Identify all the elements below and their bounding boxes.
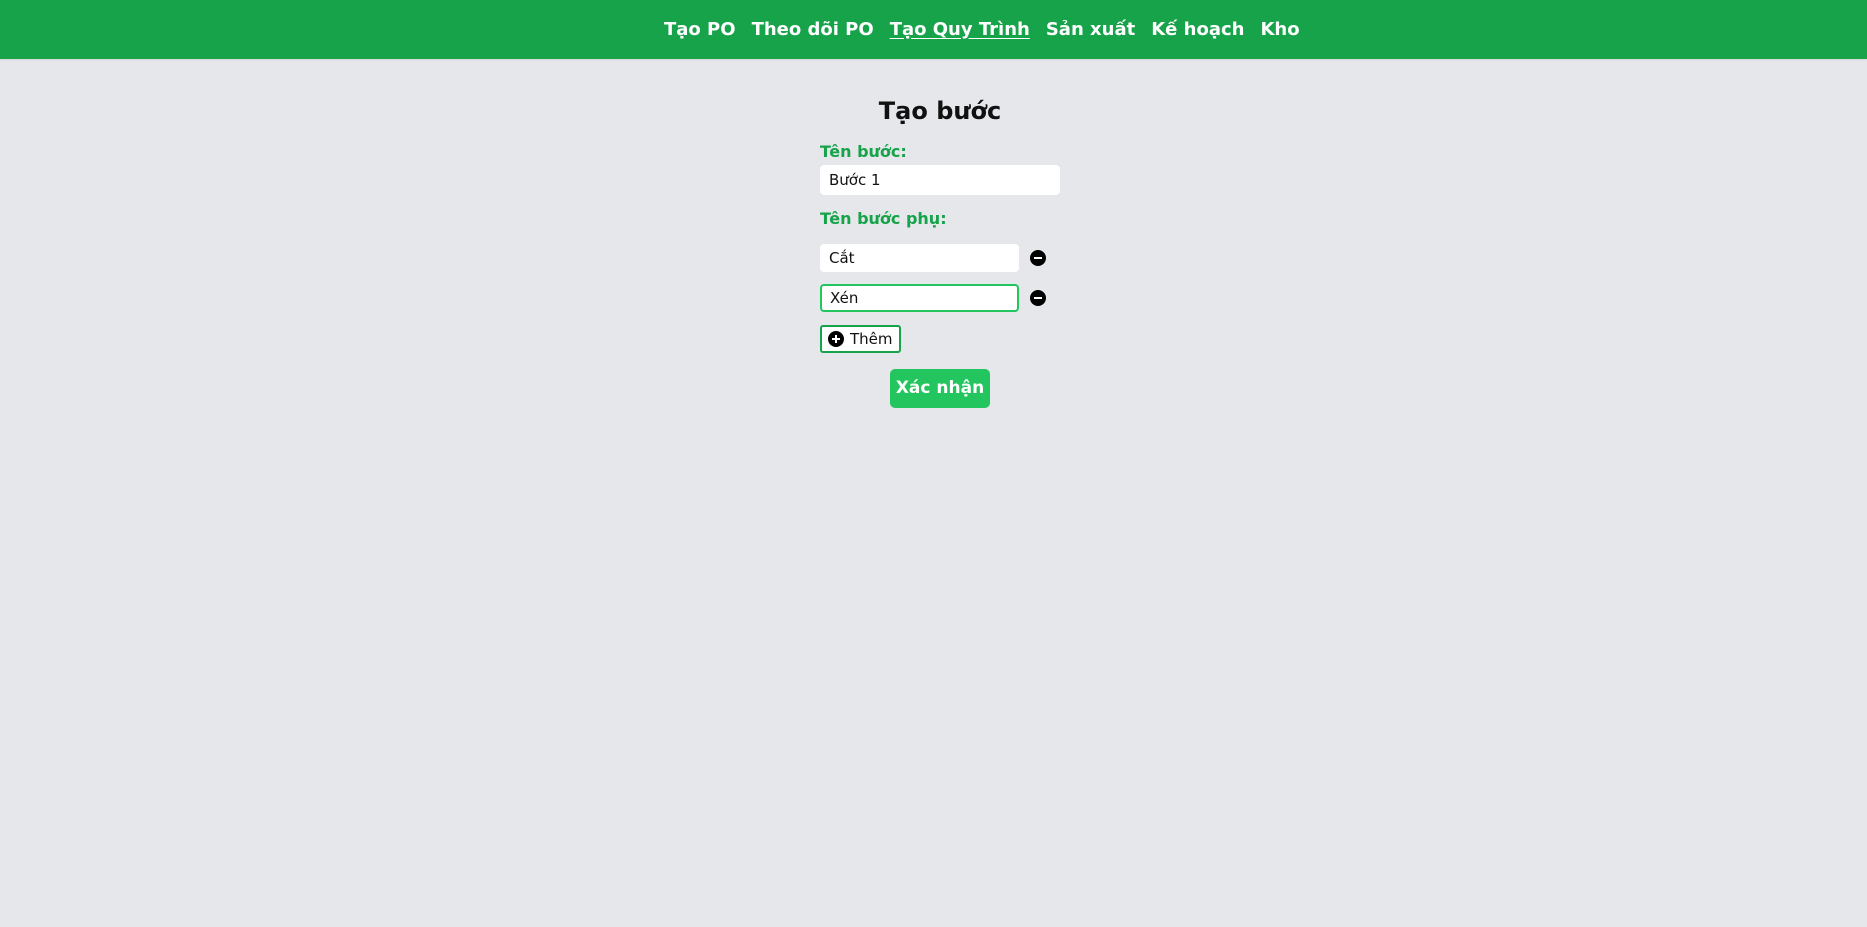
remove-substep-1-icon[interactable]	[1030, 250, 1046, 266]
main-nav: Tạo PO Theo dõi PO Tạo Quy Trình Sản xuấ…	[664, 0, 1300, 59]
nav-tao-po[interactable]: Tạo PO	[664, 20, 736, 39]
page-title: Tạo bước	[878, 97, 1002, 125]
nav-theo-doi-po[interactable]: Theo dõi PO	[752, 20, 874, 39]
plus-circle-icon	[828, 331, 844, 347]
top-navbar: Tạo PO Theo dõi PO Tạo Quy Trình Sản xuấ…	[0, 0, 1867, 59]
remove-substep-2-icon[interactable]	[1030, 290, 1046, 306]
nav-tao-quy-trinh[interactable]: Tạo Quy Trình	[890, 20, 1030, 39]
step-name-label: Tên bước:	[820, 142, 907, 161]
confirm-button[interactable]: Xác nhận	[889, 369, 991, 408]
add-substep-label: Thêm	[850, 330, 893, 348]
substep-row	[820, 283, 1060, 313]
nav-ke-hoach[interactable]: Kế hoạch	[1151, 20, 1244, 39]
add-substep-button[interactable]: Thêm	[820, 325, 901, 353]
substep-input-1[interactable]	[820, 244, 1019, 272]
create-step-form: Tạo bước Tên bước: Tên bước phụ: Thêm Xá…	[820, 94, 1060, 408]
substep-label: Tên bước phụ:	[820, 209, 947, 228]
step-name-input[interactable]	[820, 165, 1060, 195]
submit-area: Xác nhận	[820, 369, 1060, 408]
nav-kho[interactable]: Kho	[1260, 20, 1299, 39]
nav-san-xuat[interactable]: Sản xuất	[1046, 20, 1135, 39]
substep-input-2[interactable]	[820, 284, 1019, 312]
substep-row	[820, 243, 1060, 273]
